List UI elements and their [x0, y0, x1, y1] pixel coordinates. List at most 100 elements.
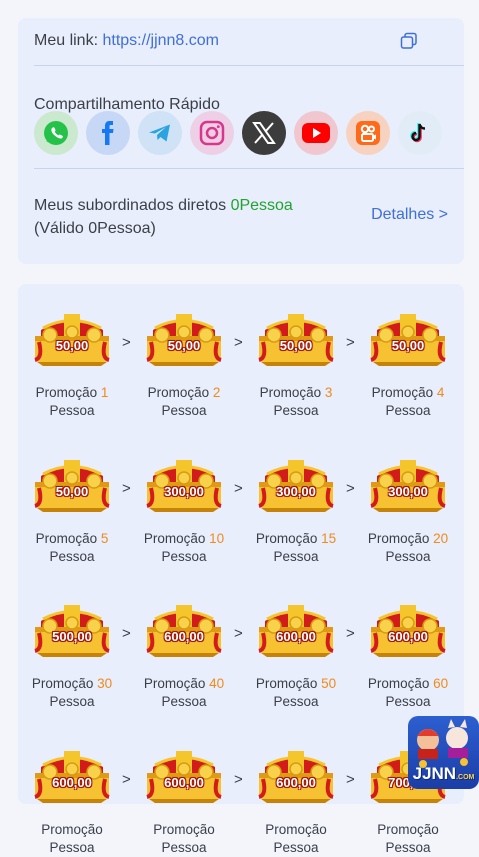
treasure-chest-icon: 600,00: [33, 745, 111, 807]
subordinates-label: Meus subordinados diretos: [34, 197, 227, 214]
required-count: 5: [100, 531, 109, 546]
caption-suffix: Pessoa: [273, 403, 319, 418]
caption-suffix: Pessoa: [49, 549, 95, 564]
caption-suffix: Pessoa: [161, 403, 207, 418]
reward-amount: 50,00: [167, 338, 201, 353]
social-share-row: [34, 111, 454, 155]
caption-prefix: Promoção: [41, 822, 103, 837]
reward-item: 300,00 Promoção 10 Pessoa: [136, 454, 232, 566]
caption-prefix: Promoção: [255, 676, 318, 691]
reward-item: 600,00 Promoção Pessoa: [136, 745, 232, 857]
reward-caption: Promoção 1 Pessoa: [24, 384, 120, 420]
my-link-row: Meu link: https://jjnn8.com: [34, 32, 448, 54]
app-logo[interactable]: JJNN.COM: [408, 716, 479, 789]
telegram-icon[interactable]: [138, 111, 182, 155]
copy-icon[interactable]: [400, 32, 420, 52]
reward-caption: Promoção Pessoa: [248, 821, 344, 857]
caption-prefix: Promoção: [153, 822, 215, 837]
treasure-chest-icon: 600,00: [145, 599, 223, 661]
required-count: 20: [433, 531, 449, 546]
next-arrow: >: [234, 771, 243, 788]
reward-caption: Promoção 3 Pessoa: [248, 384, 344, 420]
details-link[interactable]: Detalhes >: [371, 206, 448, 224]
caption-prefix: Promoção: [255, 531, 318, 546]
next-arrow: >: [122, 625, 131, 642]
reward-caption: Promoção Pessoa: [24, 821, 120, 857]
caption-suffix: Pessoa: [161, 694, 207, 709]
whatsapp-icon[interactable]: [34, 111, 78, 155]
reward-item: 50,00 Promoção 5 Pessoa: [24, 454, 120, 566]
reward-caption: Promoção Pessoa: [360, 821, 456, 857]
caption-suffix: Pessoa: [385, 694, 431, 709]
caption-prefix: Promoção: [143, 531, 206, 546]
reward-caption: Promoção 40 Pessoa: [136, 675, 232, 711]
reward-caption: Promoção 10 Pessoa: [136, 530, 232, 566]
reward-item: 600,00 Promoção 50 Pessoa: [248, 599, 344, 711]
reward-amount: 300,00: [164, 484, 204, 499]
x-icon[interactable]: [242, 111, 286, 155]
next-arrow: >: [346, 625, 355, 642]
caption-prefix: Promoção: [35, 531, 98, 546]
required-count: 15: [321, 531, 337, 546]
next-arrow: >: [346, 334, 355, 351]
reward-caption: Promoção 20 Pessoa: [360, 530, 456, 566]
caption-prefix: Promoção: [259, 385, 322, 400]
reward-amount: 500,00: [52, 629, 92, 644]
required-count: 10: [209, 531, 225, 546]
reward-item: 500,00 Promoção 30 Pessoa: [24, 599, 120, 711]
divider: [34, 65, 464, 66]
treasure-chest-icon: 600,00: [369, 599, 447, 661]
required-count: 40: [209, 676, 225, 691]
reward-amount: 50,00: [55, 484, 89, 499]
caption-suffix: Pessoa: [49, 694, 95, 709]
instagram-icon[interactable]: [190, 111, 234, 155]
reward-amount: 50,00: [55, 338, 89, 353]
next-arrow: >: [234, 625, 243, 642]
next-arrow: >: [234, 480, 243, 497]
reward-caption: Promoção 50 Pessoa: [248, 675, 344, 711]
reward-caption: Promoção 60 Pessoa: [360, 675, 456, 711]
kwai-icon[interactable]: [346, 111, 390, 155]
treasure-chest-icon: 50,00: [33, 308, 111, 370]
caption-suffix: Pessoa: [161, 840, 207, 855]
treasure-chest-icon: 50,00: [145, 308, 223, 370]
next-arrow: >: [346, 480, 355, 497]
invite-card: Meu link: https://jjnn8.com Compartilham…: [18, 18, 464, 264]
caption-prefix: Promoção: [367, 531, 430, 546]
caption-prefix: Promoção: [265, 822, 327, 837]
next-arrow: >: [122, 480, 131, 497]
reward-amount: 600,00: [164, 629, 204, 644]
caption-suffix: Pessoa: [161, 549, 207, 564]
treasure-chest-icon: 300,00: [257, 454, 335, 516]
direct-subordinates: Meus subordinados diretos 0Pessoa (Válid…: [34, 194, 293, 240]
caption-prefix: Promoção: [371, 385, 434, 400]
divider: [34, 168, 464, 169]
reward-item: 50,00 Promoção 3 Pessoa: [248, 308, 344, 420]
reward-amount: 300,00: [276, 484, 316, 499]
treasure-chest-icon: 300,00: [145, 454, 223, 516]
reward-item: 600,00 Promoção Pessoa: [248, 745, 344, 857]
reward-caption: Promoção 2 Pessoa: [136, 384, 232, 420]
caption-suffix: Pessoa: [273, 694, 319, 709]
facebook-icon[interactable]: [86, 111, 130, 155]
youtube-icon[interactable]: [294, 111, 338, 155]
required-count: 4: [436, 385, 445, 400]
tiktok-icon[interactable]: [398, 111, 442, 155]
reward-amount: 50,00: [391, 338, 425, 353]
reward-item: 50,00 Promoção 1 Pessoa: [24, 308, 120, 420]
my-link-label: Meu link:: [34, 32, 99, 49]
reward-caption: Promoção 15 Pessoa: [248, 530, 344, 566]
caption-prefix: Promoção: [147, 385, 210, 400]
caption-suffix: Pessoa: [385, 403, 431, 418]
required-count: 1: [100, 385, 109, 400]
reward-item: 600,00 Promoção Pessoa: [24, 745, 120, 857]
rewards-card: 50,00 Promoção 1 Pessoa >50,00 Promoção 2 Pes…: [18, 284, 464, 855]
logo-text: JJNN: [412, 764, 457, 783]
caption-suffix: Pessoa: [49, 840, 95, 855]
my-link-url[interactable]: https://jjnn8.com: [102, 32, 219, 49]
reward-item: 300,00 Promoção 20 Pessoa: [360, 454, 456, 566]
reward-amount: 50,00: [279, 338, 313, 353]
caption-suffix: Pessoa: [49, 403, 95, 418]
next-arrow: >: [346, 771, 355, 788]
required-count: 3: [324, 385, 333, 400]
